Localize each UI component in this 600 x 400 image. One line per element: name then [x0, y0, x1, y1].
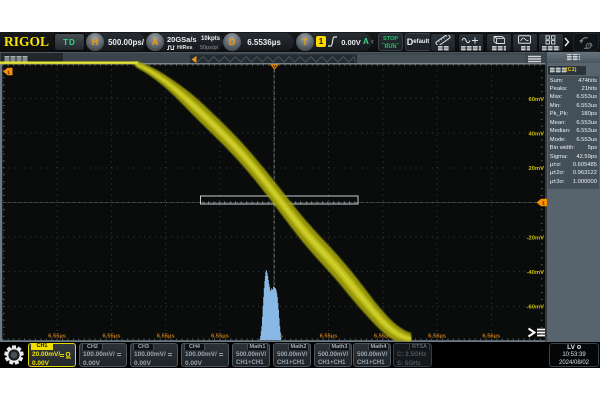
svg-text:60mV: 60mV [529, 97, 545, 103]
svg-text:-20mV: -20mV [527, 236, 545, 242]
svg-text:6.55µs: 6.55µs [48, 334, 66, 340]
svg-text:40mV: 40mV [529, 132, 545, 138]
svg-text:-60mV: -60mV [527, 305, 545, 311]
svg-text:6.55µs: 6.55µs [102, 334, 120, 340]
svg-text:20mV: 20mV [529, 166, 545, 172]
svg-text:-40mV: -40mV [527, 270, 545, 276]
svg-text:6.55µs: 6.55µs [157, 334, 175, 340]
svg-text:1: 1 [542, 201, 545, 207]
svg-text:6.55µs: 6.55µs [211, 334, 229, 340]
svg-text:6.56µs: 6.56µs [482, 334, 500, 340]
svg-text:6.56µs: 6.56µs [428, 334, 446, 340]
svg-text:1: 1 [7, 70, 10, 76]
svg-text:6.55µs: 6.55µs [320, 334, 338, 340]
